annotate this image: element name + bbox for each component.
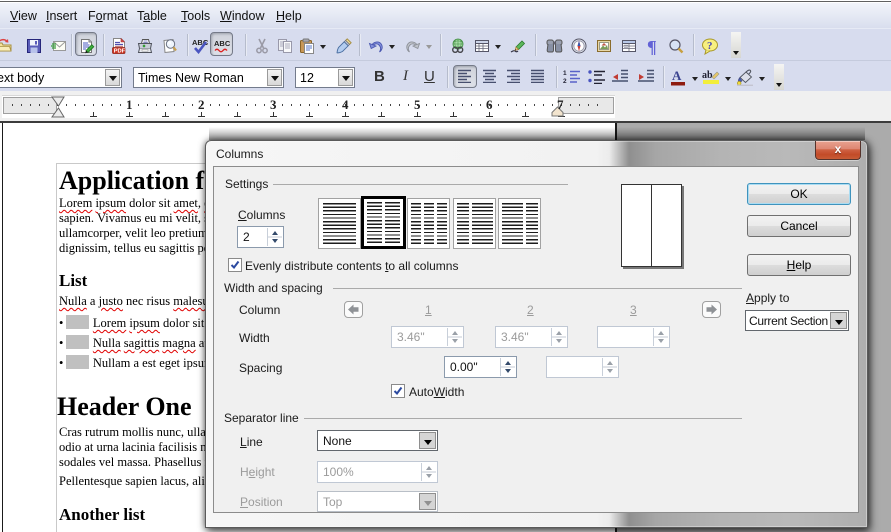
svg-text:A: A [672,69,682,83]
svg-text:?: ? [707,40,713,52]
svg-text:ab: ab [702,70,713,81]
svg-text:¶: ¶ [647,38,657,55]
